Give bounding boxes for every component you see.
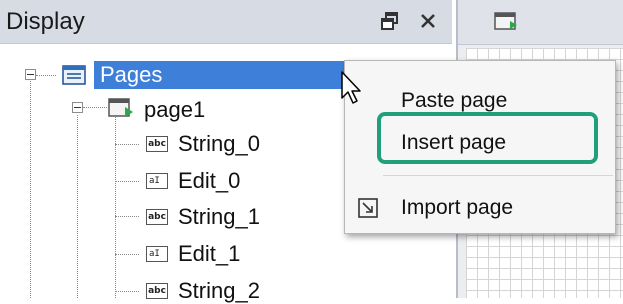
edit-widget-icon: aI xyxy=(146,173,168,189)
float-window-icon[interactable] xyxy=(376,6,404,36)
tree-node-string-0[interactable]: String_0 xyxy=(178,131,260,157)
tree-node-string-1[interactable]: String_1 xyxy=(178,204,260,230)
tree-node-pages[interactable]: Pages xyxy=(94,61,344,89)
panel-header: Display xyxy=(0,0,452,44)
menu-item-import-page[interactable]: Import page xyxy=(345,188,615,228)
string-widget-icon: abc xyxy=(146,283,168,299)
tree-node-edit-1[interactable]: Edit_1 xyxy=(178,241,240,267)
string-widget-icon: abc xyxy=(146,136,168,152)
tree-node-string-2[interactable]: String_2 xyxy=(178,278,260,304)
close-icon[interactable] xyxy=(414,6,442,36)
page-tab-icon[interactable] xyxy=(494,12,518,37)
collapse-page1-toggle[interactable] xyxy=(72,102,83,113)
collapse-pages-toggle[interactable] xyxy=(25,69,36,80)
tree-node-label: Pages xyxy=(100,62,163,87)
import-page-icon xyxy=(357,197,379,224)
pages-icon xyxy=(62,65,86,90)
edit-widget-icon: aI xyxy=(146,246,168,262)
tree-node-edit-0[interactable]: Edit_0 xyxy=(178,168,240,194)
tree-node-page1[interactable]: page1 xyxy=(144,97,205,123)
design-tab-bar xyxy=(458,0,623,45)
menu-item-label: Paste page xyxy=(401,89,508,112)
page-icon xyxy=(108,98,134,123)
menu-separator xyxy=(383,175,613,176)
string-widget-icon: abc xyxy=(146,209,168,225)
mouse-cursor-icon xyxy=(340,70,364,106)
panel-title: Display xyxy=(6,8,85,35)
menu-item-label: Import page xyxy=(401,196,514,219)
insert-page-highlight xyxy=(377,112,598,164)
